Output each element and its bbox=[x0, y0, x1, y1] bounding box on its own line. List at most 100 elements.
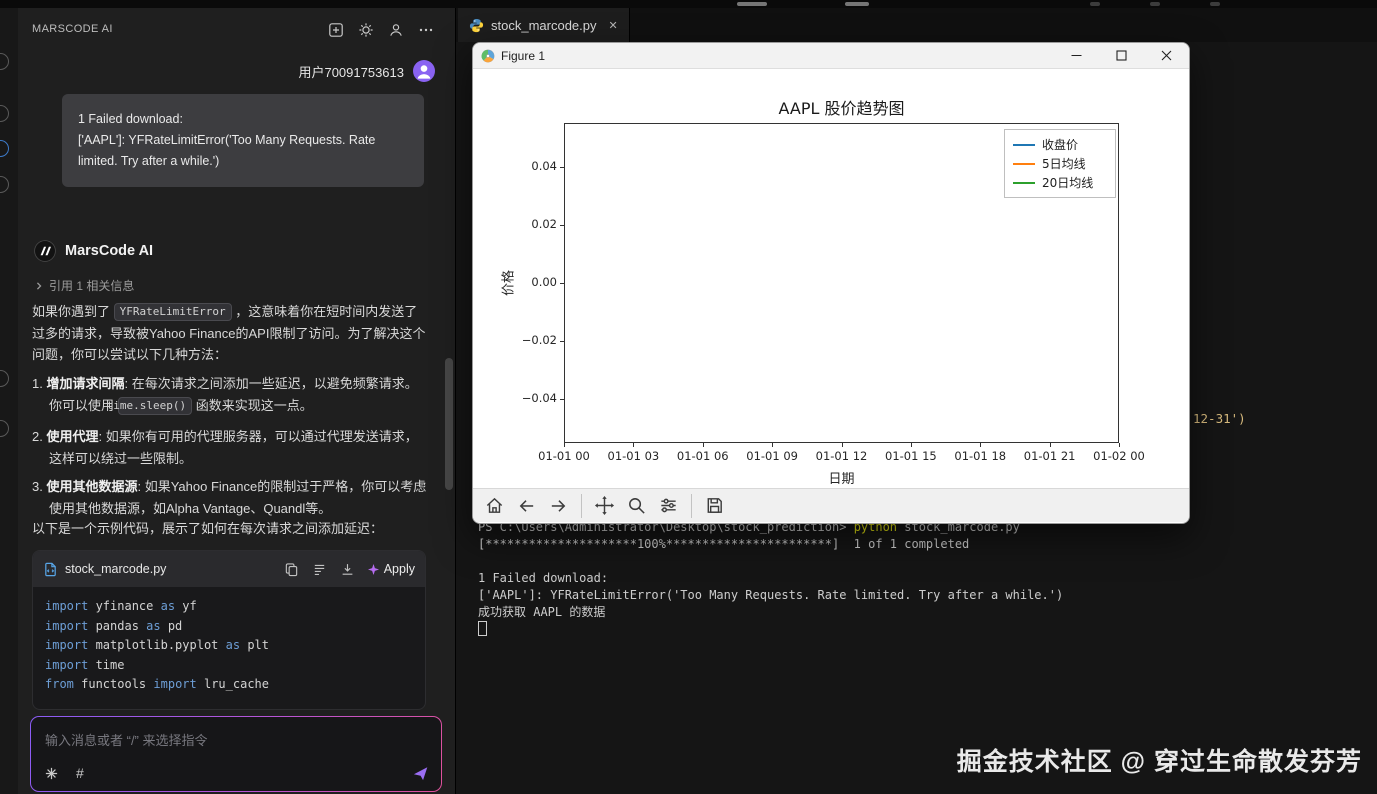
assistant-header: MarsCode AI bbox=[34, 240, 153, 262]
reference-label: 引用 1 相关信息 bbox=[49, 279, 135, 293]
terminal-line: [*********************100%**************… bbox=[478, 537, 970, 551]
terminal-cursor bbox=[478, 621, 487, 636]
pan-icon[interactable] bbox=[591, 492, 618, 519]
home-icon[interactable] bbox=[481, 492, 508, 519]
x-tick-label: 01-01 03 bbox=[607, 449, 660, 463]
settings-gear-icon[interactable] bbox=[354, 18, 378, 42]
activity-bar-icon[interactable] bbox=[0, 105, 9, 122]
x-tick-label: 01-01 15 bbox=[885, 449, 937, 463]
zoom-icon[interactable] bbox=[623, 492, 650, 519]
list-title: 使用代理 bbox=[46, 429, 99, 444]
matplotlib-icon bbox=[481, 49, 495, 63]
code-line: import matplotlib.pyplot as plt bbox=[45, 638, 269, 652]
sparkle-icon bbox=[367, 563, 380, 576]
share-user-icon[interactable] bbox=[384, 18, 408, 42]
panel-title: MARSCODE AI bbox=[32, 23, 113, 35]
quote-line-2: ['AAPL']: YFRateLimitError('Too Many Req… bbox=[78, 133, 376, 168]
x-tick-mark bbox=[633, 443, 635, 447]
legend-entry: 5日均线 bbox=[1013, 154, 1107, 173]
terminal-output: PS C:\Users\Administrator\Desktop\stock_… bbox=[478, 519, 1063, 621]
chevron-right-icon bbox=[34, 281, 44, 291]
save-icon[interactable] bbox=[701, 492, 728, 519]
x-tick-mark bbox=[702, 443, 704, 447]
legend-label: 收盘价 bbox=[1042, 138, 1079, 152]
send-icon[interactable] bbox=[412, 765, 429, 782]
insert-code-icon[interactable] bbox=[339, 560, 357, 578]
reference-toggle[interactable]: 引用 1 相关信息 bbox=[34, 277, 134, 294]
user-avatar bbox=[413, 60, 435, 82]
terminal-line: 成功获取 AAPL 的数据 bbox=[478, 605, 606, 619]
new-chat-icon[interactable] bbox=[324, 18, 348, 42]
configure-subplots-icon[interactable] bbox=[655, 492, 682, 519]
sidebar-scrollbar[interactable] bbox=[443, 8, 455, 794]
python-icon bbox=[469, 18, 484, 33]
titlebar-fragment bbox=[1090, 2, 1100, 6]
list-number: 3. bbox=[32, 479, 47, 494]
screen: MARSCODE AI 用户70091753613 1 Failed downl… bbox=[0, 0, 1377, 794]
legend-label: 5日均线 bbox=[1042, 157, 1086, 171]
user-message-header: 用户70091753613 bbox=[298, 60, 435, 82]
legend-line-swatch bbox=[1013, 143, 1035, 146]
copy-icon[interactable] bbox=[283, 560, 301, 578]
activity-bar bbox=[0, 8, 18, 794]
panel-header: MARSCODE AI bbox=[18, 18, 443, 42]
window-controls bbox=[1054, 43, 1189, 68]
code-card-actions: Apply bbox=[283, 560, 415, 578]
code-line: from functools import lru_cache bbox=[45, 677, 269, 691]
list-number: 2. bbox=[32, 429, 47, 444]
more-options-icon[interactable] bbox=[414, 18, 438, 42]
code-line: import yfinance as yf bbox=[45, 599, 197, 613]
marscode-panel: MARSCODE AI 用户70091753613 1 Failed downl… bbox=[18, 8, 443, 794]
chart-legend: 收盘价 5日均线 20日均线 bbox=[1004, 129, 1116, 198]
text-segment: 如果你遇到了 bbox=[32, 304, 114, 319]
panel-actions bbox=[324, 18, 438, 42]
chat-input[interactable]: 输入消息或者 “/” 来选择指令 # bbox=[31, 717, 441, 791]
assistant-paragraph: 以下是一个示例代码，展示了如何在每次请求之间添加延迟： bbox=[32, 521, 384, 536]
activity-bar-icon[interactable] bbox=[0, 420, 9, 437]
editor-code-fragment: 12-31') bbox=[1193, 411, 1246, 426]
activity-bar-icon[interactable] bbox=[0, 140, 9, 157]
hash-icon[interactable]: # bbox=[76, 765, 84, 781]
forward-icon[interactable] bbox=[545, 492, 572, 519]
maximize-button[interactable] bbox=[1099, 43, 1144, 68]
tab-close-icon[interactable]: ✕ bbox=[609, 19, 618, 32]
close-button[interactable] bbox=[1144, 43, 1189, 68]
legend-label: 20日均线 bbox=[1042, 176, 1094, 190]
user-name: 用户70091753613 bbox=[298, 64, 404, 80]
x-tick-mark bbox=[910, 443, 912, 447]
x-tick-mark bbox=[1119, 443, 1120, 447]
chat-input-border: 输入消息或者 “/” 来选择指令 # bbox=[30, 716, 442, 792]
chat-input-actions: # bbox=[44, 765, 84, 781]
text-segment: : 如果你有可用的代理服务器，可以通过代理发送请求，这样可以绕过一些限制。 bbox=[49, 429, 418, 466]
skills-icon[interactable] bbox=[44, 766, 59, 781]
tab-stock-marcode[interactable]: stock_marcode.py ✕ bbox=[458, 8, 630, 42]
apply-button[interactable]: Apply bbox=[367, 562, 415, 576]
document-lines-icon[interactable] bbox=[311, 560, 329, 578]
y-axis-label: 价格 bbox=[501, 269, 517, 297]
code-line: import time bbox=[45, 657, 125, 672]
figure-titlebar[interactable]: Figure 1 bbox=[473, 43, 1189, 69]
activity-bar-icon[interactable] bbox=[0, 370, 9, 387]
apply-label: Apply bbox=[383, 562, 415, 576]
x-axis-label: 日期 bbox=[828, 472, 855, 487]
back-icon[interactable] bbox=[513, 492, 540, 519]
terminal-line: ['AAPL']: YFRateLimitError('Too Many Req… bbox=[478, 588, 1064, 602]
code-block-lines: import yfinance as yf import pandas as pd… bbox=[33, 587, 425, 709]
quote-line-1: 1 Failed download: bbox=[78, 112, 183, 126]
list-title: 使用其他数据源 bbox=[46, 479, 138, 494]
text-segment: 函数来实现这一点。 bbox=[192, 397, 313, 413]
titlebar-fragment bbox=[1150, 2, 1160, 6]
y-tick-label: 0.04 bbox=[531, 159, 557, 173]
user-message-quote: 1 Failed download: ['AAPL']: YFRateLimit… bbox=[62, 94, 424, 187]
scrollbar-thumb[interactable] bbox=[445, 358, 453, 490]
figure-canvas: AAPL 股价趋势图 价格 日期 0.04 0.02 0.00 −0.02 −0.04 … bbox=[473, 69, 1189, 488]
tab-bar: stock_marcode.py ✕ bbox=[456, 8, 1377, 42]
titlebar-fragment bbox=[737, 2, 767, 6]
minimize-button[interactable] bbox=[1054, 43, 1099, 68]
inline-code-chip: time.sleep() bbox=[107, 396, 193, 415]
toolbar-separator bbox=[691, 493, 692, 518]
list-item: 2. 使用代理: 如果你有可用的代理服务器，可以通过代理发送请求，这样可以绕过一… bbox=[32, 426, 429, 469]
activity-bar-icon[interactable] bbox=[0, 176, 9, 193]
activity-bar-icon[interactable] bbox=[0, 53, 9, 70]
